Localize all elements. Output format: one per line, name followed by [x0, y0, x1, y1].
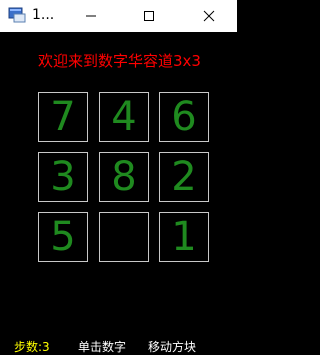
tile-r2-c3[interactable]: 2: [159, 152, 209, 202]
tile-r1-c3[interactable]: 6: [159, 92, 209, 142]
maximize-button[interactable]: [126, 0, 172, 32]
empty-tile[interactable]: [99, 212, 149, 262]
close-button[interactable]: [186, 0, 232, 32]
tile-r2-c1[interactable]: 3: [38, 152, 88, 202]
window-title: 1...: [32, 7, 55, 23]
game-heading: 欢迎来到数字华容道3x3: [38, 52, 201, 70]
title-bar[interactable]: 1...: [0, 0, 237, 32]
game-window: 1... 欢迎来到数字华容道3x3 7 4 6 3 8 2 5 1 步数:3 单…: [0, 0, 237, 355]
hint-move-tile: 移动方块: [148, 340, 197, 354]
close-icon: [203, 7, 215, 26]
step-counter: 步数:3: [14, 340, 50, 354]
tile-r1-c2[interactable]: 4: [99, 92, 149, 142]
minimize-button[interactable]: [68, 0, 114, 32]
tile-r3-c1[interactable]: 5: [38, 212, 88, 262]
tile-r2-c2[interactable]: 8: [99, 152, 149, 202]
hint-click-number: 单击数字: [78, 340, 127, 354]
minimize-icon: [85, 7, 97, 26]
app-window-icon: [8, 7, 26, 23]
tile-r3-c3[interactable]: 1: [159, 212, 209, 262]
tile-r1-c1[interactable]: 7: [38, 92, 88, 142]
status-bar: 步数:3 单击数字 移动方块: [0, 340, 237, 355]
maximize-icon: [143, 7, 155, 26]
